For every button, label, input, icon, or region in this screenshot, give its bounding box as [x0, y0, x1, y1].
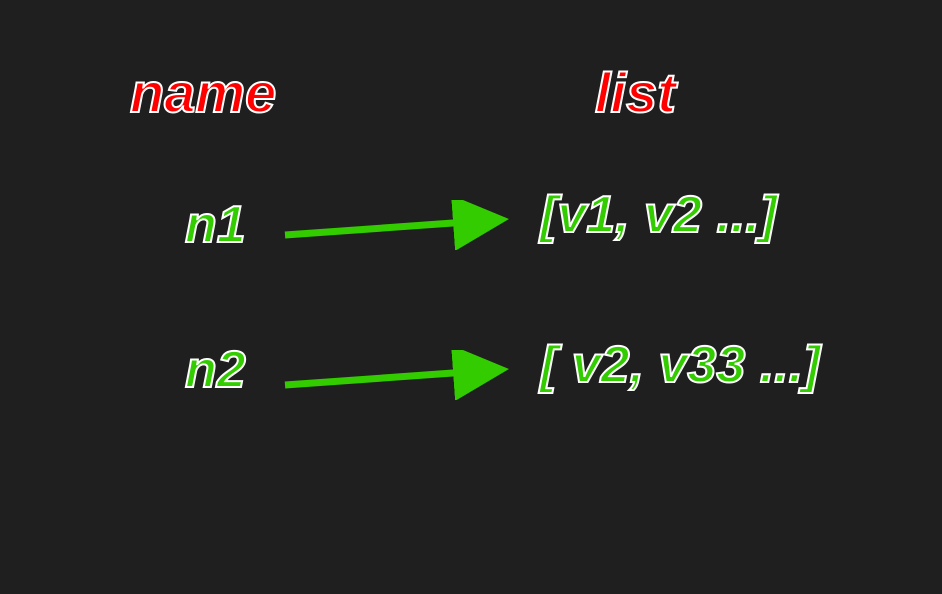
- arrow-icon: [280, 200, 520, 250]
- arrow-icon: [280, 350, 520, 400]
- row-1-name: n1: [185, 195, 246, 255]
- column-header-list: list: [595, 60, 676, 125]
- row-2-name: n2: [185, 340, 246, 400]
- row-1-list: [v1, v2 ...]: [540, 185, 777, 245]
- row-2-list: [ v2, v33 ...]: [540, 335, 820, 395]
- column-header-name: name: [130, 60, 276, 125]
